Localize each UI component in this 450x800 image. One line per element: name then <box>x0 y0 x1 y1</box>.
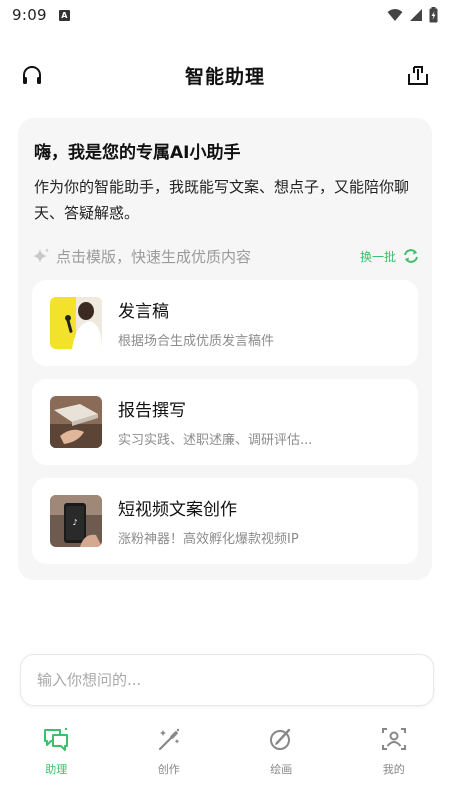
chat-input[interactable] <box>21 655 433 705</box>
template-title: 发言稿 <box>118 302 169 322</box>
template-description: 根据场合生成优质发言稿件 <box>118 334 275 349</box>
report-thumbnail <box>50 396 102 448</box>
tab-label: 我的 <box>382 763 405 776</box>
template-item-report[interactable]: 报告撰写 实习实践、述职述廉、调研评估... <box>32 379 418 465</box>
bottom-tab-bar: 助理 创作 绘画 我的 <box>0 725 450 785</box>
template-description: 实习实践、述职述廉、调研评估... <box>118 433 313 448</box>
tab-label: 绘画 <box>270 763 293 776</box>
tab-label: 助理 <box>45 763 68 776</box>
speech-thumbnail <box>50 297 102 349</box>
signal-icon <box>410 9 422 21</box>
template-description: 涨粉神器！高效孵化爆款视频IP <box>118 532 299 547</box>
app-notification-icon: A <box>58 9 70 21</box>
chat-bubble-icon <box>44 727 69 751</box>
status-time: 9:09 <box>12 6 47 24</box>
battery-icon <box>429 7 438 23</box>
svg-text:♪: ♪ <box>72 518 77 527</box>
template-item-short-video[interactable]: ♪ 短视频文案创作 涨粉神器！高效孵化爆款视频IP <box>32 478 418 564</box>
assistant-card: 嗨，我是您的专属AI小助手 作为你的智能助手，我既能写文案、想点子，又能陪你聊天… <box>18 118 432 580</box>
share-icon[interactable] <box>406 64 430 88</box>
sparkle-icon <box>33 248 49 263</box>
refresh-templates-button[interactable]: 换一批 <box>360 248 420 265</box>
tab-create[interactable]: 创作 <box>113 725 225 785</box>
greeting-description: 作为你的智能助手，我既能写文案、想点子，又能陪你聊天、答疑解惑。 <box>34 178 410 222</box>
headset-icon[interactable] <box>20 64 44 88</box>
page-title: 智能助理 <box>184 65 265 88</box>
template-item-speech[interactable]: 发言稿 根据场合生成优质发言稿件 <box>32 280 418 366</box>
paint-brush-icon <box>270 728 291 750</box>
refresh-icon <box>404 249 418 263</box>
status-bar: 9:09 A <box>0 0 450 30</box>
template-title: 短视频文案创作 <box>118 500 237 520</box>
template-hint-row: 点击模版，快速生成优质内容 换一批 <box>32 244 420 268</box>
greeting-title: 嗨，我是您的专属AI小助手 <box>34 143 241 163</box>
tab-assistant[interactable]: 助理 <box>0 725 112 785</box>
tab-profile[interactable]: 我的 <box>338 725 450 785</box>
wifi-icon <box>387 9 403 21</box>
app-header: 智能助理 <box>0 50 450 100</box>
template-hint: 点击模版，快速生成优质内容 <box>56 247 252 266</box>
template-title: 报告撰写 <box>118 401 186 421</box>
short-video-thumbnail: ♪ <box>50 495 102 547</box>
profile-scan-icon <box>381 728 406 750</box>
tab-label: 创作 <box>157 763 180 776</box>
tab-draw[interactable]: 绘画 <box>225 725 337 785</box>
refresh-label: 换一批 <box>359 249 396 264</box>
magic-wand-icon <box>158 728 180 751</box>
chat-input-box <box>20 654 434 706</box>
